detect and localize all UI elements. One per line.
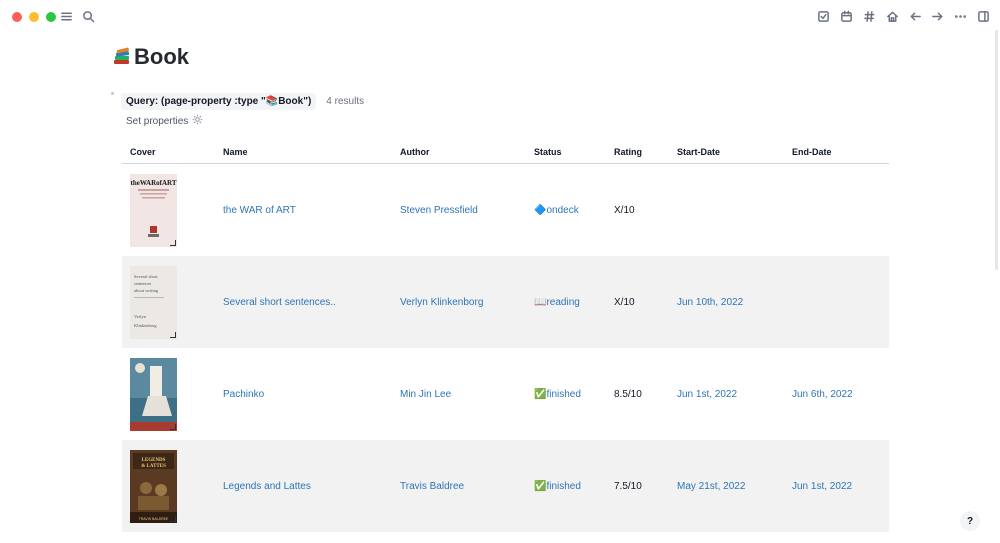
book-name-link[interactable]: Several short sentences.. <box>215 297 392 308</box>
window-controls <box>12 12 56 22</box>
table-header: Cover Name Author Status Rating Start-Da… <box>122 140 889 164</box>
query-results-table: Cover Name Author Status Rating Start-Da… <box>122 140 889 532</box>
resize-handle[interactable] <box>170 515 176 522</box>
scrollbar[interactable] <box>995 30 998 270</box>
resize-handle[interactable] <box>170 423 176 430</box>
book-name-link[interactable]: Pachinko <box>215 389 392 400</box>
svg-text:sentences: sentences <box>134 281 151 286</box>
minimize-window-button[interactable] <box>29 12 39 22</box>
author-link[interactable]: Travis Baldree <box>392 481 526 492</box>
svg-text:Klinkenborg: Klinkenborg <box>134 323 157 328</box>
table-row: LEGENDS & LATTES TRAVIS BALDREE Legends … <box>122 440 889 532</box>
end-date-link[interactable]: Jun 1st, 2022 <box>784 481 889 492</box>
set-properties-button[interactable]: Set properties <box>126 114 203 128</box>
rating-value: X/10 <box>614 296 635 308</box>
book-cover-image[interactable]: theWARofART <box>130 173 177 247</box>
column-header-start-date[interactable]: Start-Date <box>669 147 784 157</box>
table-row: Pachinko Min Jin Lee ✅finished 8.5/10 Ju… <box>122 348 889 440</box>
book-cover-image[interactable]: Several short sentences about writing Ve… <box>130 265 177 339</box>
gear-icon <box>192 114 203 128</box>
column-header-cover[interactable]: Cover <box>122 147 215 157</box>
query-text[interactable]: Query: (page-property :type "📚Book") <box>121 93 317 110</box>
rating-value: X/10 <box>614 204 635 216</box>
status-link[interactable]: ✅finished <box>526 481 606 492</box>
search-icon[interactable] <box>80 8 96 24</box>
status-link[interactable]: 🔷ondeck <box>526 205 606 216</box>
book-name-link[interactable]: Legends and Lattes <box>215 481 392 492</box>
start-date-link[interactable]: Jun 1st, 2022 <box>669 389 784 400</box>
forward-arrow-icon[interactable] <box>929 8 945 24</box>
column-header-name[interactable]: Name <box>215 147 392 157</box>
svg-text:& LATTES: & LATTES <box>141 464 166 469</box>
maximize-window-button[interactable] <box>46 12 56 22</box>
results-count: 4 results <box>326 96 365 107</box>
end-date-link[interactable]: Jun 6th, 2022 <box>784 389 889 400</box>
set-properties-label: Set properties <box>126 115 189 127</box>
rating-value: 8.5/10 <box>614 388 642 400</box>
close-window-button[interactable] <box>12 12 22 22</box>
table-row: Several short sentences about writing Ve… <box>122 256 889 348</box>
svg-text:about writing: about writing <box>134 288 159 293</box>
column-header-status[interactable]: Status <box>526 147 606 157</box>
svg-text:LEGENDS: LEGENDS <box>142 458 166 463</box>
book-cover-image[interactable]: LEGENDS & LATTES TRAVIS BALDREE <box>130 449 177 523</box>
query-header: Query: (page-property :type "📚Book") 4 r… <box>121 93 364 110</box>
svg-text:TRAVIS BALDREE: TRAVIS BALDREE <box>139 517 169 521</box>
column-header-end-date[interactable]: End-Date <box>784 147 889 157</box>
author-link[interactable]: Verlyn Klinkenborg <box>392 297 526 308</box>
svg-text:Verlyn: Verlyn <box>134 314 147 319</box>
page-title[interactable]: Book <box>112 44 189 70</box>
column-header-rating[interactable]: Rating <box>606 147 669 157</box>
sidebar-toggle-icon[interactable] <box>975 8 991 24</box>
cover-title-text: theWARofART <box>130 179 176 187</box>
todo-icon[interactable] <box>815 8 831 24</box>
start-date-link[interactable]: May 21st, 2022 <box>669 481 784 492</box>
table-row: theWARofART the WAR of ART Steven Pressf… <box>122 164 889 256</box>
hashtag-icon[interactable] <box>861 8 877 24</box>
status-link[interactable]: 📖reading <box>526 297 606 308</box>
svg-text:Several short: Several short <box>134 274 158 279</box>
start-date-link[interactable]: Jun 10th, 2022 <box>669 297 784 308</box>
book-name-link[interactable]: the WAR of ART <box>215 205 392 216</box>
page-title-text: Book <box>134 44 189 69</box>
books-icon <box>112 47 132 67</box>
resize-handle[interactable] <box>170 239 176 246</box>
book-cover-image[interactable] <box>130 357 177 431</box>
home-icon[interactable] <box>884 8 900 24</box>
block-bullet[interactable] <box>111 92 114 95</box>
more-icon[interactable] <box>952 8 968 24</box>
rating-value: 7.5/10 <box>614 480 642 492</box>
menu-icon[interactable] <box>58 8 74 24</box>
author-link[interactable]: Min Jin Lee <box>392 389 526 400</box>
calendar-icon[interactable] <box>838 8 854 24</box>
resize-handle[interactable] <box>170 331 176 338</box>
author-link[interactable]: Steven Pressfield <box>392 205 526 216</box>
status-link[interactable]: ✅finished <box>526 389 606 400</box>
back-arrow-icon[interactable] <box>907 8 923 24</box>
column-header-author[interactable]: Author <box>392 147 526 157</box>
help-button[interactable]: ? <box>960 511 980 531</box>
